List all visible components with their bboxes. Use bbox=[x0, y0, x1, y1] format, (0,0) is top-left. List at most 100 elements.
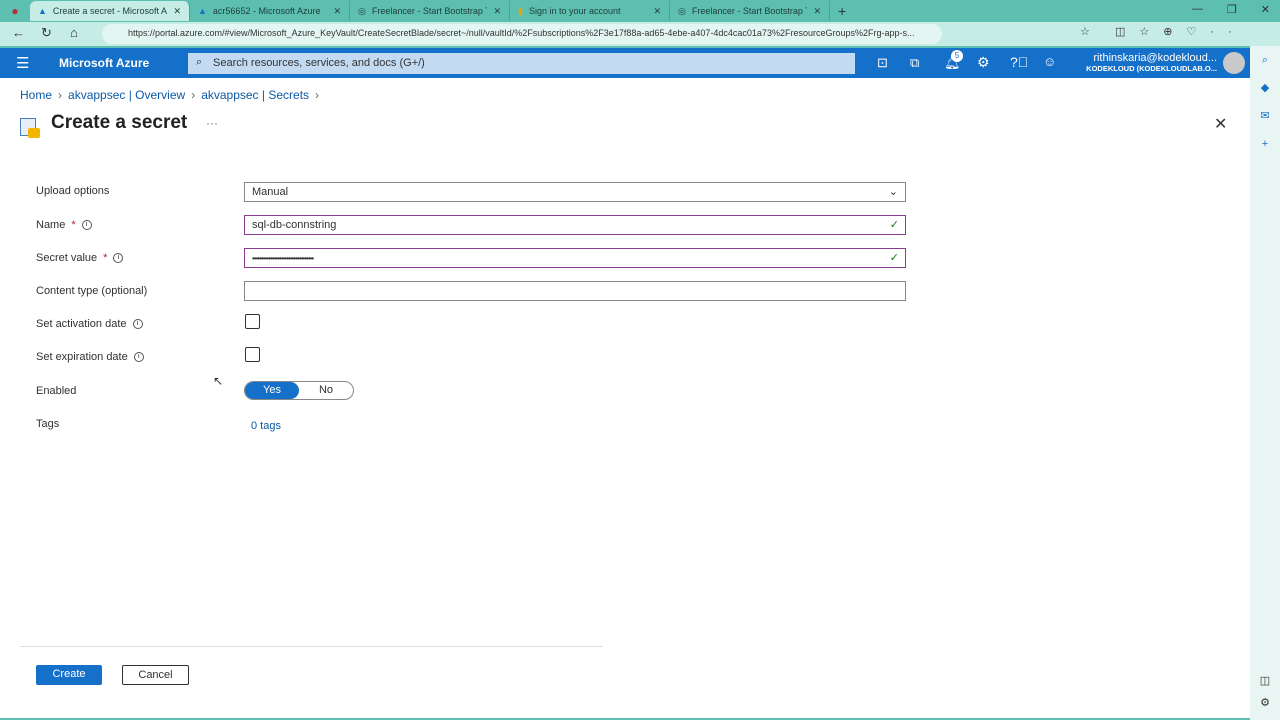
required-marker: * bbox=[103, 252, 108, 264]
page-title: Create a secret bbox=[51, 112, 188, 133]
secret-value-input[interactable]: •••••••••••••••••••••••••••••••••• ✓ bbox=[244, 248, 906, 268]
close-window-icon[interactable]: ✕ bbox=[1261, 3, 1270, 16]
tab-label: Freelancer - Start Bootstrap Theme bbox=[371, 6, 488, 16]
browser-toolbar-icons[interactable]: ◫☆⊕♡·· bbox=[1115, 25, 1246, 38]
browser-tab[interactable]: ▲Create a secret - Microsoft Azure✕ bbox=[30, 1, 190, 21]
profile-icon[interactable]: ● bbox=[0, 4, 30, 18]
sidebar-add-icon[interactable]: + bbox=[1250, 130, 1280, 158]
activation-date-label: Set activation date i bbox=[36, 318, 143, 330]
browser-tab[interactable]: ◎ Freelancer - Start Bootstrap Theme ✕ bbox=[670, 1, 830, 21]
cloud-shell-icon[interactable]: ⊡ bbox=[877, 55, 888, 71]
label-text: Upload options bbox=[36, 185, 110, 197]
notification-badge: 5 bbox=[951, 50, 963, 62]
cancel-button[interactable]: Cancel bbox=[122, 665, 189, 685]
favorite-icon[interactable]: ☆ bbox=[1080, 25, 1090, 38]
close-tab-icon[interactable]: ✕ bbox=[653, 6, 661, 17]
menu-icon[interactable]: ☰ bbox=[16, 54, 29, 72]
sidebar-settings-icon[interactable]: ⚙ bbox=[1250, 692, 1280, 714]
sidebar-tools-icon[interactable]: ◆ bbox=[1250, 74, 1280, 102]
expiration-date-checkbox[interactable] bbox=[245, 347, 260, 362]
label-text: Set expiration date bbox=[36, 351, 128, 363]
search-placeholder: Search resources, services, and docs (G+… bbox=[213, 57, 425, 69]
label-text: Tags bbox=[36, 418, 60, 430]
label-text: Set activation date bbox=[36, 318, 127, 330]
more-options-icon[interactable]: ··· bbox=[206, 116, 218, 130]
content-type-input[interactable] bbox=[244, 281, 906, 301]
tags-link[interactable]: 0 tags bbox=[251, 420, 281, 432]
browser-tab[interactable]: ▲ acr56652 - Microsoft Azure ✕ bbox=[190, 1, 350, 21]
tab-label: acr56652 - Microsoft Azure bbox=[212, 6, 321, 16]
create-secret-blade: Home › akvappsec | Overview › akvappsec | … bbox=[0, 78, 1250, 718]
back-icon[interactable]: ← bbox=[12, 25, 25, 40]
expiration-date-label: Set expiration date i bbox=[36, 351, 144, 363]
info-icon[interactable]: i bbox=[81, 220, 92, 230]
search-input[interactable]: ⌕ Search resources, services, and docs (G… bbox=[188, 53, 855, 74]
edge-sidebar: ⌕ ◆ ✉ + ◫ ⚙ bbox=[1250, 46, 1280, 720]
feedback-icon[interactable]: ☺ bbox=[1043, 54, 1056, 69]
enabled-yes-option[interactable]: Yes bbox=[245, 382, 299, 399]
input-value: sql-db-connstring bbox=[252, 219, 337, 231]
input-value: •••••••••••••••••••••••••••••••••• bbox=[252, 254, 314, 263]
enabled-no-option[interactable]: No bbox=[299, 382, 353, 399]
tab-label: Freelancer - Start Bootstrap Theme bbox=[691, 6, 808, 16]
upload-options-dropdown[interactable]: Manual ⌄ bbox=[244, 182, 906, 202]
globe-icon: ◎ bbox=[358, 5, 366, 16]
label-text: Enabled bbox=[36, 385, 77, 397]
activation-date-checkbox[interactable] bbox=[245, 314, 260, 329]
content-type-label: Content type (optional) bbox=[36, 285, 147, 297]
home-icon[interactable]: ⌂ bbox=[70, 25, 78, 40]
info-icon[interactable]: i bbox=[132, 319, 143, 329]
close-tab-icon[interactable]: ✕ bbox=[493, 6, 501, 17]
name-label: Name * i bbox=[36, 219, 92, 231]
label-text: Secret value bbox=[36, 252, 98, 264]
avatar[interactable] bbox=[1223, 52, 1245, 74]
user-name: rithinskaria@kodekloud... bbox=[1093, 52, 1217, 64]
label-text: Content type (optional) bbox=[36, 285, 148, 297]
refresh-icon[interactable]: ↻ bbox=[41, 25, 52, 41]
dropdown-value: Manual bbox=[252, 186, 289, 198]
valid-check-icon: ✓ bbox=[889, 252, 899, 264]
url-field[interactable]: https://portal.azure.com/#view/Microsoft… bbox=[102, 24, 942, 44]
globe-icon: ◎ bbox=[678, 5, 686, 16]
info-icon[interactable]: i bbox=[113, 253, 124, 263]
enabled-label: Enabled bbox=[36, 385, 76, 397]
settings-icon[interactable]: ⚙ bbox=[977, 54, 990, 71]
close-tab-icon[interactable]: ✕ bbox=[813, 6, 821, 17]
enabled-toggle[interactable]: Yes No bbox=[244, 381, 354, 400]
tab-label: Sign in to your account bbox=[528, 6, 621, 16]
breadcrumb-secrets[interactable]: akvappsec | Secrets bbox=[201, 88, 309, 102]
label-text: Name bbox=[36, 219, 66, 231]
tab-label: Create a secret - Microsoft Azure bbox=[52, 6, 168, 16]
restore-icon[interactable]: ❐ bbox=[1227, 3, 1237, 16]
sidebar-outlook-icon[interactable]: ✉ bbox=[1250, 102, 1280, 130]
required-marker: * bbox=[71, 219, 76, 231]
minimize-icon[interactable]: — bbox=[1192, 3, 1203, 16]
address-bar-row: ← ↻ ⌂ https://portal.azure.com/#view/Mic… bbox=[0, 22, 1280, 46]
close-tab-icon[interactable]: ✕ bbox=[333, 6, 341, 17]
name-input[interactable]: sql-db-connstring ✓ bbox=[244, 215, 906, 235]
breadcrumb-overview[interactable]: akvappsec | Overview bbox=[68, 88, 185, 102]
breadcrumb-home[interactable]: Home bbox=[20, 88, 52, 102]
directory-filter-icon[interactable]: ⧉ bbox=[910, 55, 919, 71]
sidebar-search-icon[interactable]: ⌕ bbox=[1250, 46, 1280, 74]
azure-header: ☰ Microsoft Azure ⌕ Search resources, ser… bbox=[0, 48, 1250, 78]
tenant-name: KODEKLOUD (KODEKLOUDLAB.O... bbox=[1086, 64, 1217, 73]
browser-tab[interactable]: ▮ Sign in to your account ✕ bbox=[510, 1, 670, 21]
browser-tab-bar: ● ▲Create a secret - Microsoft Azure✕ ▲a… bbox=[0, 0, 1280, 22]
new-tab-button[interactable]: + bbox=[830, 3, 846, 19]
browser-tab[interactable]: ◎ Freelancer - Start Bootstrap Theme ✕ bbox=[350, 1, 510, 21]
tags-label: Tags bbox=[36, 418, 59, 430]
sidebar-layout-icon[interactable]: ◫ bbox=[1250, 670, 1280, 692]
create-button[interactable]: Create bbox=[36, 665, 102, 685]
help-icon[interactable]: ?⃝ bbox=[1010, 54, 1028, 70]
key-vault-secret-icon bbox=[20, 118, 40, 138]
account-menu[interactable]: rithinskaria@kodekloud... KODEKLOUD (KOD… bbox=[1084, 52, 1217, 73]
upload-options-label: Upload options bbox=[36, 185, 109, 197]
brand[interactable]: Microsoft Azure bbox=[59, 56, 149, 70]
mouse-cursor-icon: ↖ bbox=[213, 374, 224, 388]
close-icon[interactable]: ✕ bbox=[1214, 114, 1227, 134]
valid-check-icon: ✓ bbox=[889, 219, 899, 231]
footer-divider bbox=[20, 646, 603, 647]
info-icon[interactable]: i bbox=[133, 352, 144, 362]
close-tab-icon[interactable]: ✕ bbox=[173, 6, 181, 17]
